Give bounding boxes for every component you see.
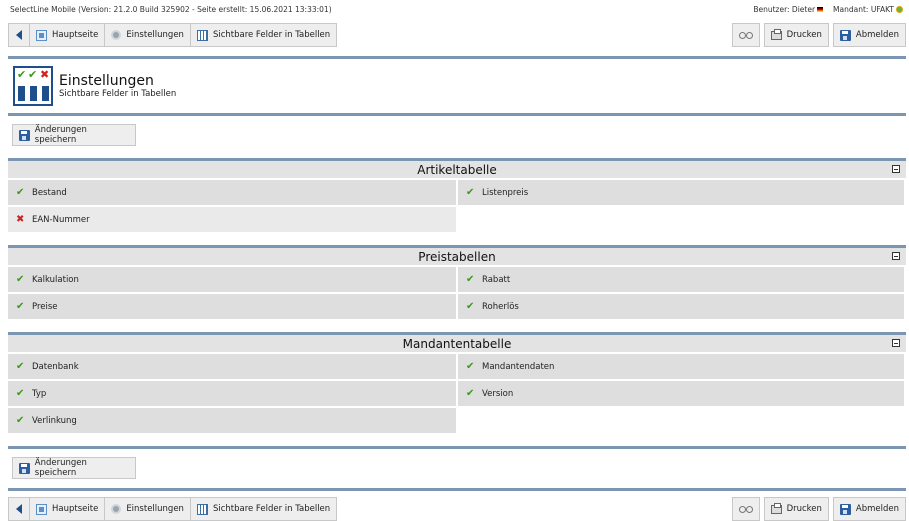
check-icon: ✔ — [466, 274, 475, 285]
page-title: Einstellungen — [59, 73, 154, 89]
field-toggle-mandantendaten[interactable]: ✔ Mandantendaten — [458, 354, 904, 379]
save-changes-button-bottom[interactable]: Änderungen speichern — [12, 457, 136, 479]
version-info: SelectLine Mobile (Version: 21.2.0 Build… — [10, 4, 332, 14]
page-subtitle: Sichtbare Felder in Tabellen — [59, 89, 177, 99]
german-flag-icon — [817, 7, 824, 12]
printer-icon — [770, 28, 782, 40]
back-button[interactable] — [8, 23, 30, 47]
check-icon: ✔ — [16, 388, 25, 399]
table-icon — [196, 503, 208, 515]
back-arrow-icon — [16, 504, 22, 514]
back-button-bottom[interactable] — [8, 497, 30, 521]
check-icon: ✔ — [466, 388, 475, 399]
section-header[interactable]: Mandantentabelle — [8, 332, 906, 352]
save-icon — [19, 129, 30, 141]
divider — [8, 56, 906, 59]
collapse-icon[interactable] — [892, 165, 900, 173]
check-icon: ✔ — [16, 187, 25, 198]
field-toggle-listenpreis[interactable]: ✔ Listenpreis — [458, 180, 904, 205]
divider — [8, 446, 906, 449]
home-button-bottom[interactable]: Hauptseite — [29, 497, 106, 521]
field-toggle-roherloes[interactable]: ✔ Roherlös — [458, 294, 904, 319]
glasses-icon — [738, 505, 753, 513]
visible-fields-button[interactable]: Sichtbare Felder in Tabellen — [189, 23, 338, 47]
collapse-icon[interactable] — [892, 252, 900, 260]
field-toggle-ean-nummer[interactable]: ✖ EAN-Nummer — [8, 207, 456, 232]
save-changes-button[interactable]: Änderungen speichern — [12, 124, 136, 146]
field-toggle-verlinkung[interactable]: ✔ Verlinkung — [8, 408, 456, 433]
mandant-info: Mandant: UFAKT — [833, 5, 903, 14]
top-navbar: Hauptseite Einstellungen Sichtbare Felde… — [8, 23, 906, 47]
logout-icon — [839, 503, 851, 515]
settings-logo-icon: ✔ ✔ ✖ — [13, 66, 53, 106]
save-icon — [19, 462, 30, 474]
home-button[interactable]: Hauptseite — [29, 23, 106, 47]
table-icon — [196, 29, 208, 41]
settings-button-bottom[interactable]: Einstellungen — [104, 497, 191, 521]
page-header: ✔ ✔ ✖ Einstellungen Sichtbare Felder in … — [13, 66, 176, 106]
section-header[interactable]: Preistabellen — [8, 245, 906, 265]
field-toggle-bestand[interactable]: ✔ Bestand — [8, 180, 456, 205]
home-icon — [36, 29, 47, 41]
user-info: Benutzer: Dieter — [753, 5, 824, 14]
printer-icon — [770, 502, 782, 514]
logout-icon — [839, 29, 851, 41]
logout-button-bottom[interactable]: Abmelden — [832, 497, 906, 521]
section-mandantentabelle: Mandantentabelle ✔ Datenbank ✔ Mandantenda… — [8, 332, 906, 433]
collapse-icon[interactable] — [892, 339, 900, 347]
field-toggle-kalkulation[interactable]: ✔ Kalkulation — [8, 267, 456, 292]
divider — [8, 113, 906, 116]
back-arrow-icon — [16, 30, 22, 40]
section-header[interactable]: Artikeltabelle — [8, 158, 906, 178]
field-toggle-preise[interactable]: ✔ Preise — [8, 294, 456, 319]
check-icon: ✔ — [466, 361, 475, 372]
check-icon: ✔ — [16, 361, 25, 372]
field-toggle-typ[interactable]: ✔ Typ — [8, 381, 456, 406]
gear-icon — [111, 504, 122, 514]
section-preistabellen: Preistabellen ✔ Kalkulation ✔ Rabatt ✔ Prei… — [8, 245, 906, 319]
gear-icon — [111, 30, 122, 40]
field-toggle-datenbank[interactable]: ✔ Datenbank — [8, 354, 456, 379]
view-button-bottom[interactable] — [731, 497, 760, 521]
field-toggle-rabatt[interactable]: ✔ Rabatt — [458, 267, 904, 292]
check-icon: ✔ — [16, 301, 25, 312]
field-toggle-version[interactable]: ✔ Version — [458, 381, 904, 406]
section-artikeltabelle: Artikeltabelle ✔ Bestand ✔ Listenpreis ✖ EA… — [8, 158, 906, 232]
divider — [8, 488, 906, 491]
user-status-icon — [896, 6, 903, 13]
home-icon — [36, 503, 47, 515]
print-button[interactable]: Drucken — [763, 23, 829, 47]
top-info-bar: SelectLine Mobile (Version: 21.2.0 Build… — [0, 0, 909, 18]
check-icon: ✔ — [466, 187, 475, 198]
print-button-bottom[interactable]: Drucken — [763, 497, 829, 521]
check-icon: ✔ — [16, 274, 25, 285]
check-icon: ✔ — [466, 301, 475, 312]
settings-button[interactable]: Einstellungen — [104, 23, 191, 47]
bottom-navbar: Hauptseite Einstellungen Sichtbare Felde… — [8, 497, 906, 521]
logout-button[interactable]: Abmelden — [832, 23, 906, 47]
view-button[interactable] — [731, 23, 760, 47]
cross-icon: ✖ — [16, 214, 25, 225]
glasses-icon — [738, 31, 753, 39]
check-icon: ✔ — [16, 415, 25, 426]
visible-fields-button-bottom[interactable]: Sichtbare Felder in Tabellen — [189, 497, 338, 521]
